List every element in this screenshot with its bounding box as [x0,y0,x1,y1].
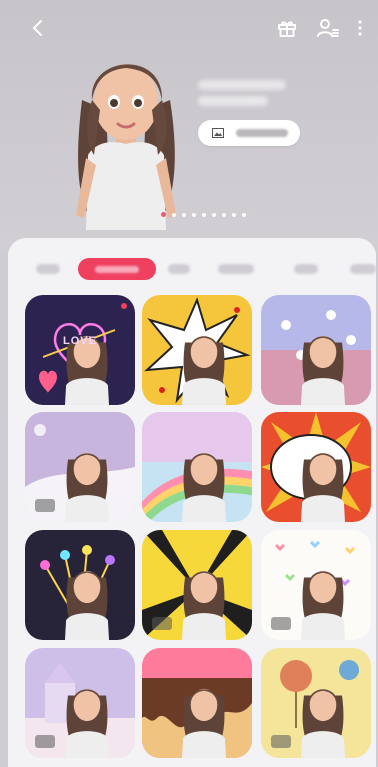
sticker-type-badge [35,499,55,512]
more-options-button[interactable] [344,12,376,44]
sticker-unicorn-sky[interactable] [261,295,371,405]
sticker-sheet: LOVE [8,238,376,767]
new-indicator-dot [121,303,127,309]
category-tab[interactable] [294,264,318,274]
category-tab[interactable] [78,258,156,280]
sticker-type-badge [152,617,172,630]
top-bar [0,0,378,56]
gift-button[interactable] [271,12,303,44]
page-indicator [161,212,246,217]
profile-list-icon [317,19,339,37]
category-tab[interactable] [168,264,190,274]
category-tab[interactable] [36,264,60,274]
category-tab-label [95,266,139,273]
sticker-fireworks[interactable] [25,530,135,640]
avatar-figure [76,64,176,230]
category-tabs [8,258,376,282]
sticker-artwork [261,412,371,522]
category-tab[interactable] [350,264,376,274]
more-icon [358,20,362,36]
page-dot [232,212,236,217]
page-dot [202,212,206,217]
page-dot [192,212,196,217]
category-tab[interactable] [218,264,254,274]
page-dot [161,212,166,217]
ar-emoji-screen: LOVE [0,0,378,767]
sticker-type-badge [271,617,291,630]
sticker-speech-bubble[interactable] [261,412,371,522]
sticker-love-neon[interactable]: LOVE [25,295,135,405]
page-dot [242,212,246,217]
set-sticker-label [236,129,288,137]
profile-list-button[interactable] [312,12,344,44]
sticker-type-badge [271,735,291,748]
sticker-dripping-chocolate[interactable] [142,648,252,758]
gift-icon [278,21,296,37]
sticker-comic-burst[interactable] [142,295,252,405]
sticker-subtitle-placeholder [198,96,268,106]
sticker-artwork [25,530,135,640]
sticker-hearts[interactable] [261,530,371,640]
sticker-artwork [261,295,371,405]
back-icon [33,20,42,36]
sticker-rainbow[interactable] [142,412,252,522]
sticker-title-placeholder [198,80,286,90]
sticker-artwork [25,295,135,405]
sticker-caption: LOVE [63,335,97,347]
page-dot [172,212,176,217]
back-button[interactable] [22,12,54,44]
avatar-stage [0,0,378,252]
set-sticker-button[interactable] [198,120,300,146]
sticker-artwork [142,648,252,758]
page-dot [212,212,216,217]
page-dot [182,212,186,217]
sticker-artwork [142,412,252,522]
sticker-artwork [142,295,252,405]
sticker-type-badge [35,735,55,748]
sticker-balloons[interactable] [261,648,371,758]
sticker-castle[interactable] [25,648,135,758]
image-icon [212,128,224,138]
page-dot [222,212,226,217]
sticker-light-rays[interactable] [142,530,252,640]
sticker-snow-hill[interactable] [25,412,135,522]
